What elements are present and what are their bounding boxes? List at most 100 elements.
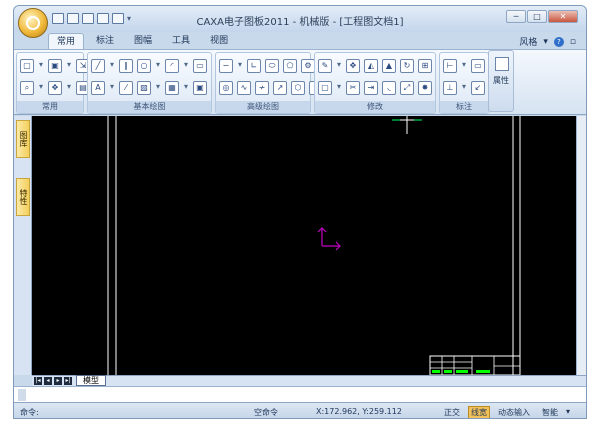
image-icon[interactable]: ▣ [193, 81, 207, 95]
tab-sheet[interactable]: 图幅 [126, 33, 160, 49]
maximize-button[interactable]: □ [527, 10, 547, 23]
tab-annotate[interactable]: 标注 [88, 33, 122, 49]
vertical-scrollbar[interactable] [576, 116, 586, 375]
arc-dropdown-icon[interactable]: ▾ [183, 59, 189, 73]
command-label: 命令: [20, 408, 39, 417]
erase-icon[interactable]: ✎ [318, 59, 332, 73]
polygon-icon[interactable]: ⬠ [283, 59, 297, 73]
parallel-line-icon[interactable]: ∥ [119, 59, 133, 73]
triangle-icon[interactable]: ▲ [382, 59, 396, 73]
status-bar: 命令: 空命令 X:172.962, Y:259.112 正交 线宽 动态输入 … [14, 402, 586, 418]
style-dropdown[interactable]: 风格 [519, 35, 537, 48]
mirror-icon[interactable]: ◭ [364, 59, 378, 73]
status-dropdown-icon[interactable]: ▾ [566, 407, 570, 416]
properties-label: 属性 [493, 76, 509, 85]
title-bar: ▾ CAXA电子图板2011 - 机械版 - [工程图文档1] ─ □ ✕ [14, 6, 586, 32]
hatch-icon[interactable]: ▨ [137, 81, 151, 95]
trim-icon[interactable]: ✂ [346, 81, 360, 95]
window-title: CAXA电子图板2011 - 机械版 - [工程图文档1] [196, 17, 404, 28]
smart-snap-toggle[interactable]: 智能 [542, 407, 558, 418]
pan-dropdown-icon[interactable]: ▾ [66, 81, 72, 95]
rectangle-icon[interactable]: ▭ [193, 59, 207, 73]
dimension-icon[interactable]: ⊢ [443, 59, 457, 73]
copy-icon[interactable]: ▢ [20, 59, 34, 73]
drawing-canvas[interactable] [32, 116, 586, 375]
fillet-icon[interactable]: ◟ [382, 81, 396, 95]
tolerance-dropdown-icon[interactable]: ▾ [461, 81, 467, 95]
dynamic-input-toggle[interactable]: 动态输入 [498, 407, 530, 418]
command-resize-handle[interactable] [18, 389, 26, 401]
spline-dropdown-icon[interactable]: ▾ [237, 59, 243, 73]
pan-icon[interactable]: ✥ [48, 81, 62, 95]
explode-icon[interactable]: ✸ [418, 81, 432, 95]
help-icon[interactable]: ? [553, 36, 564, 47]
group-label-basic-draw: 基本绘图 [88, 101, 211, 113]
ortho-toggle[interactable]: 正交 [444, 407, 460, 418]
center-mark [392, 116, 422, 134]
rotate-icon[interactable]: ↻ [400, 59, 414, 73]
application-menu-button[interactable] [18, 8, 48, 38]
gear-icon[interactable]: ⚙ [301, 59, 315, 73]
tab-view[interactable]: 视图 [202, 33, 236, 49]
sheet-tab-model[interactable]: 模型 [76, 375, 106, 386]
side-tab-properties[interactable]: 特性 [16, 178, 30, 216]
zoom-dropdown-icon[interactable]: ▾ [38, 81, 44, 95]
tab-common[interactable]: 常用 [48, 33, 85, 49]
extend-icon[interactable]: ⇥ [364, 81, 378, 95]
tolerance-icon[interactable]: ⊥ [443, 81, 457, 95]
nut-icon[interactable]: ⬡ [291, 81, 305, 95]
roughness-icon[interactable]: ▭ [471, 59, 485, 73]
ucs-icon [317, 227, 341, 251]
style-chevron-icon[interactable]: ▾ [543, 37, 548, 47]
move-icon[interactable]: ✥ [346, 59, 360, 73]
ribbon-group-common: ▢ ▾ ▣ ▾ ⇲ ⌕ ▾ ✥ ▾ ▤ 常用 [16, 52, 90, 114]
command-history[interactable] [14, 386, 586, 402]
close-button[interactable]: ✕ [548, 10, 578, 23]
wave-line-icon[interactable]: ∿ [237, 81, 251, 95]
circle-icon[interactable]: ○ [137, 59, 151, 73]
sheet-last-button[interactable]: ▸| [64, 377, 72, 385]
erase-dropdown-icon[interactable]: ▾ [336, 59, 342, 73]
properties-icon [495, 57, 509, 71]
side-tab-library[interactable]: 图库 [16, 120, 30, 158]
centerline-icon[interactable]: ⁄ [119, 81, 133, 95]
scale-icon[interactable]: ⤢ [400, 81, 414, 95]
block-dropdown-icon[interactable]: ▾ [183, 81, 189, 95]
hatch-dropdown-icon[interactable]: ▾ [155, 81, 161, 95]
properties-button[interactable]: 属性 [488, 50, 514, 112]
zoom-icon[interactable]: ⌕ [20, 81, 34, 95]
group-label-modify: 修改 [315, 101, 435, 113]
text-dropdown-icon[interactable]: ▾ [109, 81, 115, 95]
ellipse-icon[interactable]: ⬭ [265, 59, 279, 73]
arrow-icon[interactable]: ↗ [273, 81, 287, 95]
offset-icon[interactable]: ▢ [318, 81, 332, 95]
arc-icon[interactable]: ◜ [165, 59, 179, 73]
minimize-button[interactable]: ─ [506, 10, 526, 23]
tab-tools[interactable]: 工具 [164, 33, 198, 49]
copy-dropdown-icon[interactable]: ▾ [38, 59, 44, 73]
line-icon[interactable]: ╱ [91, 59, 105, 73]
block-icon[interactable]: ▦ [165, 81, 179, 95]
sheet-next-button[interactable]: ▸ [54, 377, 62, 385]
paste-icon[interactable]: ▣ [48, 59, 62, 73]
dimension-dropdown-icon[interactable]: ▾ [461, 59, 467, 73]
paste-dropdown-icon[interactable]: ▾ [66, 59, 72, 73]
ribbon-group-modify: ✎ ▾ ✥ ◭ ▲ ↻ ⊞ ▢ ▾ ✂ ⇥ ◟ ⤢ ✸ 修改 [314, 52, 436, 114]
sheet-first-button[interactable]: |◂ [34, 377, 42, 385]
sheet-prev-button[interactable]: ◂ [44, 377, 52, 385]
offset-dropdown-icon[interactable]: ▾ [336, 81, 342, 95]
break-line-icon[interactable]: ≁ [255, 81, 269, 95]
ribbon-tabs: 常用 标注 图幅 工具 视图 [48, 33, 236, 49]
line-dropdown-icon[interactable]: ▾ [109, 59, 115, 73]
spline-icon[interactable]: ∽ [219, 59, 233, 73]
array-icon[interactable]: ⊞ [418, 59, 432, 73]
circle-dropdown-icon[interactable]: ▾ [155, 59, 161, 73]
leader-icon[interactable]: ↙ [471, 81, 485, 95]
line-width-toggle[interactable]: 线宽 [468, 406, 490, 418]
ribbon-min-icon[interactable]: ▫ [570, 37, 576, 47]
angle-icon[interactable]: ∟ [247, 59, 261, 73]
text-icon[interactable]: A [91, 81, 105, 95]
hole-icon[interactable]: ◎ [219, 81, 233, 95]
group-label-advanced-draw: 高级绘图 [216, 101, 310, 113]
ribbon: ▢ ▾ ▣ ▾ ⇲ ⌕ ▾ ✥ ▾ ▤ 常用 ╱ ▾ ∥ ○ ▾ ◜ ▾ ▭ A ▾ ⁄ [14, 49, 586, 115]
